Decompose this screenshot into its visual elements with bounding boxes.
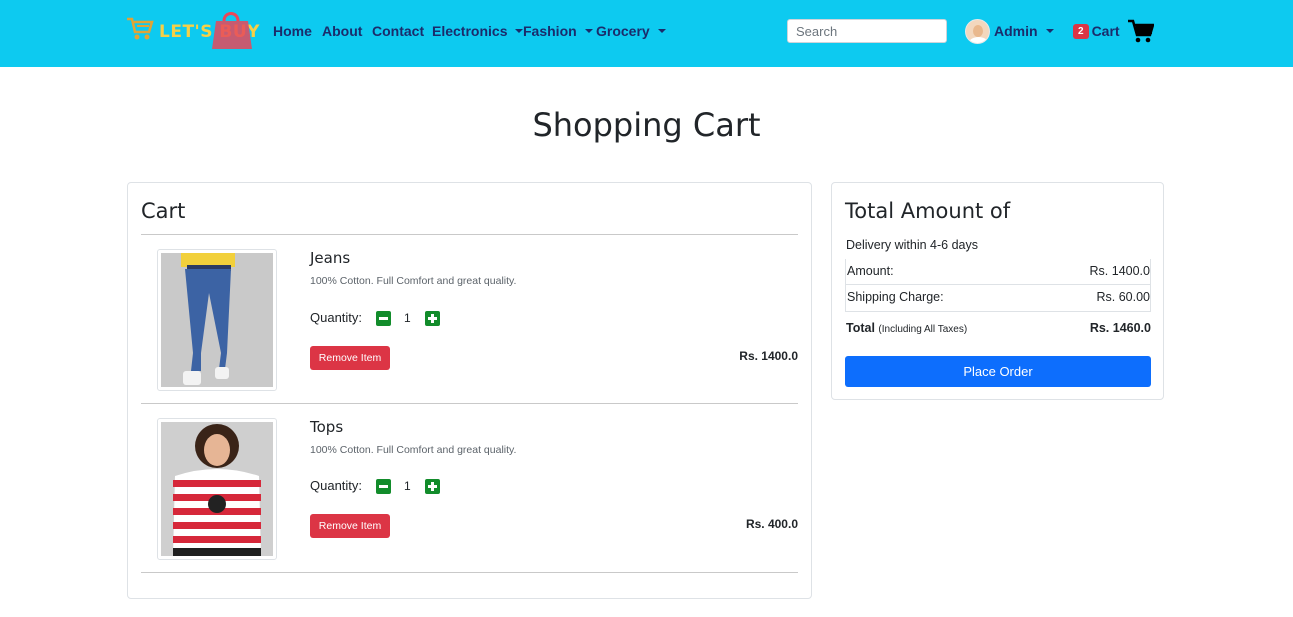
shopping-cart-icon — [1127, 19, 1154, 43]
cart-card: Cart Jeans 100% Cotton. Full Comfort and… — [127, 182, 812, 599]
item-name: Tops — [310, 418, 344, 436]
summary-title: Total Amount of — [845, 199, 1011, 223]
quantity-label: Quantity: — [310, 478, 363, 493]
logo-cart-icon — [127, 17, 154, 40]
navbar: LET'S BUY Home About Contact Electronics… — [0, 0, 1293, 67]
nav-electronics-dropdown[interactable]: Electronics — [432, 23, 524, 39]
summary-row-shipping: Shipping Charge: Rs. 60.00 — [846, 285, 1150, 311]
nav-about[interactable]: About — [322, 23, 362, 39]
delivery-note: Delivery within 4-6 days — [846, 238, 978, 252]
total-label: Total (Including All Taxes) — [846, 321, 967, 335]
divider — [141, 403, 798, 404]
total-value: Rs. 1460.0 — [1089, 321, 1151, 335]
product-image — [157, 249, 277, 391]
item-description: 100% Cotton. Full Comfort and great qual… — [310, 444, 517, 456]
cart-heading: Cart — [141, 199, 186, 223]
item-price: Rs. 1400.0 — [739, 349, 798, 363]
search-input[interactable] — [787, 19, 947, 43]
summary-table: Amount: Rs. 1400.0 Shipping Charge: Rs. … — [845, 259, 1151, 312]
quantity-value: 1 — [404, 479, 411, 493]
summary-row-value: Rs. 1400.0 — [1089, 264, 1150, 278]
divider — [141, 572, 798, 573]
nav-electronics-label: Electronics — [432, 23, 508, 39]
summary-total: Total (Including All Taxes) Rs. 1460.0 — [845, 321, 1151, 339]
cart-count-badge: 2 — [1073, 23, 1089, 39]
nav-grocery-label: Grocery — [596, 23, 650, 39]
product-image — [157, 418, 277, 560]
avatar-icon — [965, 18, 990, 44]
caret-down-icon — [657, 29, 666, 33]
increase-quantity-button[interactable] — [425, 311, 440, 326]
quantity-value: 1 — [404, 311, 411, 325]
summary-row-label: Shipping Charge: — [847, 290, 944, 304]
decrease-quantity-button[interactable] — [376, 311, 391, 326]
nav-grocery-dropdown[interactable]: Grocery — [596, 23, 666, 39]
nav-contact[interactable]: Contact — [372, 23, 424, 39]
total-label-text: Total — [846, 321, 875, 335]
remove-item-button[interactable]: Remove Item — [310, 514, 390, 538]
item-name: Jeans — [310, 249, 351, 267]
divider — [141, 234, 798, 235]
summary-row-label: Amount: — [847, 264, 894, 278]
remove-item-button[interactable]: Remove Item — [310, 346, 390, 370]
brand-logo[interactable]: LET'S BUY — [126, 7, 259, 51]
cart-label: Cart — [1091, 23, 1120, 39]
summary-row-value: Rs. 60.00 — [1096, 290, 1150, 304]
shopping-bag-icon — [212, 12, 252, 49]
total-note: (Including All Taxes) — [878, 324, 968, 335]
nav-fashion-label: Fashion — [523, 23, 577, 39]
nav-contact-label: Contact — [372, 23, 425, 39]
quantity-label: Quantity: — [310, 310, 363, 325]
item-description: 100% Cotton. Full Comfort and great qual… — [310, 275, 517, 287]
jeans-photo — [161, 253, 273, 387]
user-name: Admin — [994, 23, 1038, 39]
caret-down-icon — [584, 29, 593, 33]
striped-top-photo — [161, 422, 273, 556]
nav-home-label: Home — [273, 23, 312, 39]
nav-about-label: About — [322, 23, 363, 39]
summary-row-amount: Amount: Rs. 1400.0 — [846, 259, 1150, 285]
user-menu-dropdown[interactable]: Admin — [965, 18, 1054, 44]
page-title: Shopping Cart — [532, 106, 761, 144]
order-summary-card: Total Amount of Delivery within 4-6 days… — [831, 182, 1164, 400]
place-order-button[interactable]: Place Order — [845, 356, 1151, 387]
nav-fashion-dropdown[interactable]: Fashion — [523, 23, 593, 39]
cart-link[interactable]: 2 Cart — [1073, 18, 1154, 44]
item-price: Rs. 400.0 — [745, 517, 798, 531]
nav-home[interactable]: Home — [273, 23, 312, 39]
caret-down-icon — [1045, 29, 1054, 33]
increase-quantity-button[interactable] — [425, 479, 440, 494]
decrease-quantity-button[interactable] — [376, 479, 391, 494]
